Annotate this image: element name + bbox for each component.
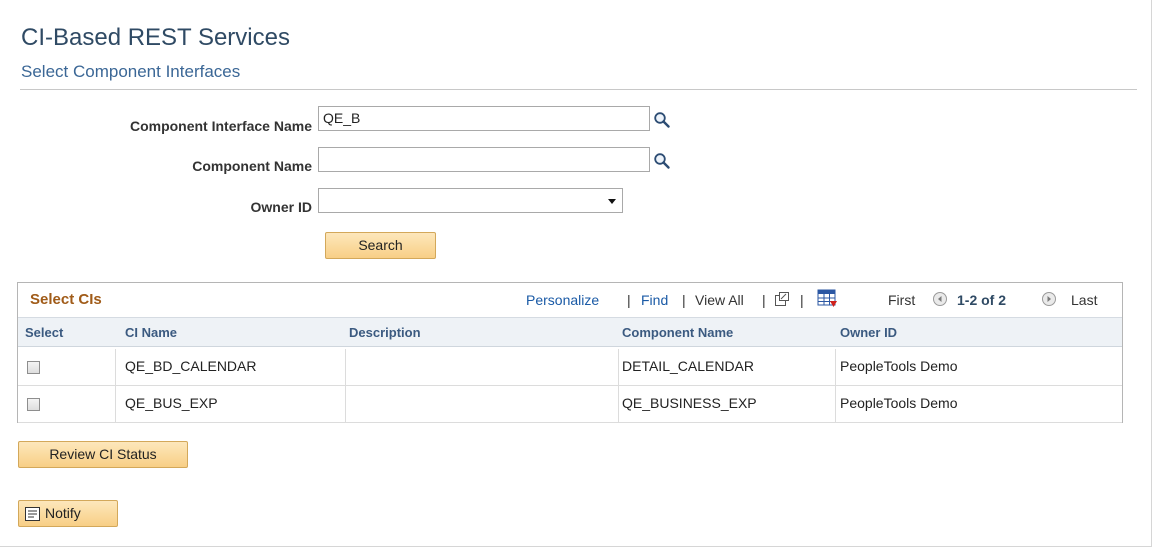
search-button[interactable]: Search — [325, 232, 436, 259]
col-owner-id-header[interactable]: Owner ID — [840, 325, 897, 340]
ci-name-cell: QE_BD_CALENDAR — [125, 358, 257, 374]
column-divider — [345, 349, 346, 422]
personalize-link[interactable]: Personalize — [526, 292, 599, 308]
magnifier-icon[interactable] — [653, 111, 671, 129]
ci-name-input[interactable]: QE_B — [318, 106, 650, 131]
download-grid-icon[interactable] — [817, 289, 838, 308]
component-name-cell: QE_BUSINESS_EXP — [622, 395, 757, 411]
notify-icon — [25, 507, 40, 521]
owner-id-cell: PeopleTools Demo — [840, 395, 958, 411]
nav-separator: | — [682, 292, 686, 308]
page-range: 1-2 of 2 — [957, 292, 1007, 308]
new-window-icon[interactable] — [774, 291, 790, 307]
owner-id-cell: PeopleTools Demo — [840, 358, 958, 374]
find-link[interactable]: Find — [641, 292, 668, 308]
col-description-header[interactable]: Description — [349, 325, 421, 340]
notify-button[interactable]: Notify — [18, 500, 118, 527]
arrow-right-icon[interactable] — [1042, 292, 1056, 306]
select-cis-grid: Select CIs Personalize | Find | View All… — [17, 282, 1123, 423]
col-ci-name-header[interactable]: CI Name — [125, 325, 177, 340]
table-row: QE_BUS_EXP QE_BUSINESS_EXP PeopleTools D… — [18, 386, 1122, 423]
column-divider — [835, 349, 836, 422]
first-label[interactable]: First — [888, 292, 915, 308]
column-header-row: Select CI Name Description Component Nam… — [18, 317, 1122, 347]
notify-label: Notify — [45, 505, 81, 521]
header-divider — [20, 89, 1137, 90]
magnifier-icon[interactable] — [653, 152, 671, 170]
arrow-left-icon[interactable] — [933, 292, 947, 306]
component-name-input[interactable] — [318, 147, 650, 172]
column-divider — [115, 349, 116, 422]
view-all-link[interactable]: View All — [695, 292, 744, 308]
select-checkbox[interactable] — [27, 361, 40, 374]
review-ci-status-button[interactable]: Review CI Status — [18, 441, 188, 468]
select-checkbox[interactable] — [27, 398, 40, 411]
chevron-down-icon — [608, 199, 616, 204]
nav-separator: | — [800, 292, 804, 308]
column-divider — [618, 349, 619, 422]
nav-separator: | — [627, 292, 631, 308]
last-label[interactable]: Last — [1071, 292, 1097, 308]
ci-name-label: Component Interface Name — [129, 118, 312, 134]
col-select-header: Select — [25, 325, 64, 340]
page-title: CI-Based REST Services — [21, 24, 290, 51]
owner-id-select[interactable] — [318, 188, 623, 213]
ci-name-cell: QE_BUS_EXP — [125, 395, 218, 411]
table-row: QE_BD_CALENDAR DETAIL_CALENDAR PeopleToo… — [18, 349, 1122, 386]
nav-separator: | — [762, 292, 766, 308]
component-name-label: Component Name — [192, 158, 312, 174]
page-subtitle: Select Component Interfaces — [21, 62, 241, 81]
component-name-cell: DETAIL_CALENDAR — [622, 358, 755, 374]
owner-id-label: Owner ID — [250, 199, 312, 215]
col-component-name-header[interactable]: Component Name — [622, 325, 733, 340]
grid-title: Select CIs — [30, 291, 102, 308]
grid-header: Select CIs Personalize | Find | View All… — [18, 283, 1122, 317]
